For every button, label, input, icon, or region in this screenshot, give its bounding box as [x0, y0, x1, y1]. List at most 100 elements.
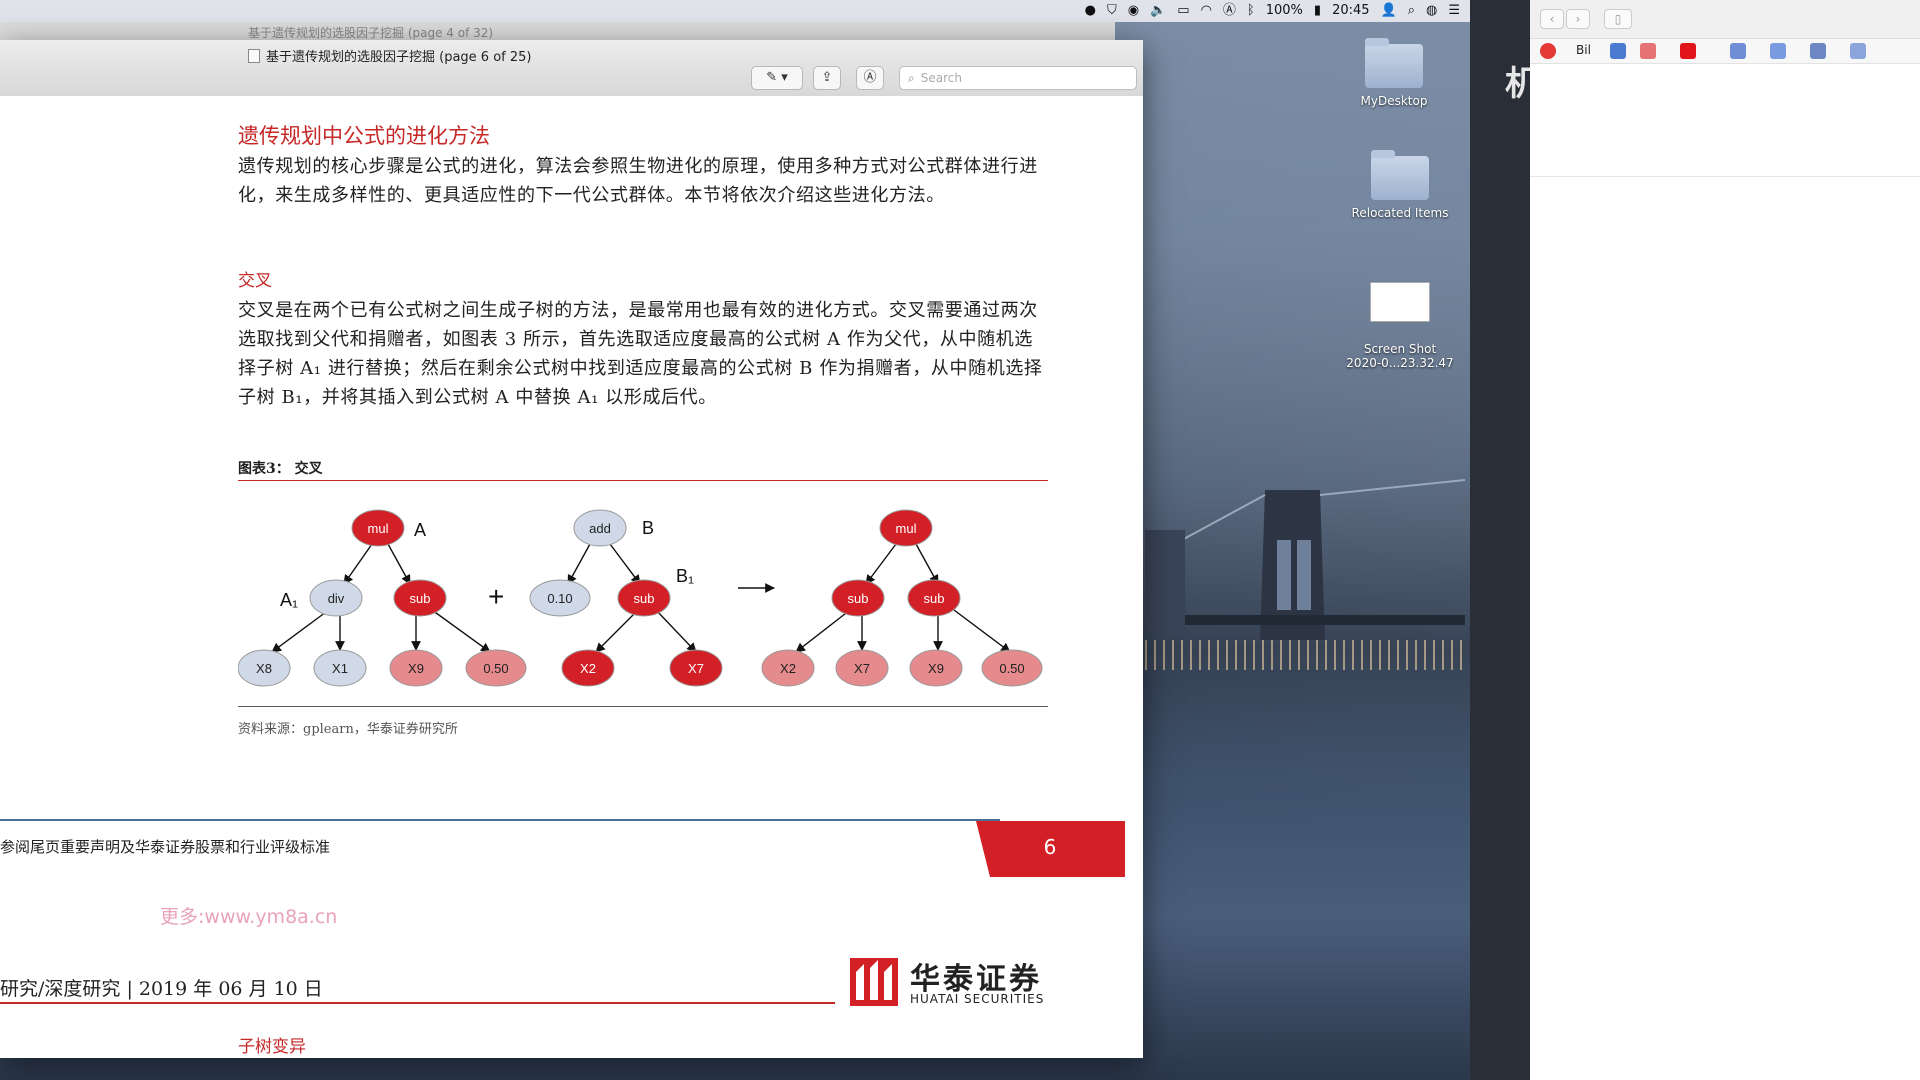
preview-window: 基于遗传规划的选股因子挖掘 (page 6 of 25) ✎ ▾ ⇪ Ⓐ ⌕ Se… — [0, 40, 1143, 1058]
bookmark-icon[interactable] — [1730, 43, 1746, 59]
page-number: 6 — [1043, 835, 1057, 859]
figure-top-rule — [238, 480, 1048, 481]
city-lights — [1145, 640, 1465, 670]
preview-toolbar: 基于遗传规划的选股因子挖掘 (page 6 of 25) ✎ ▾ ⇪ Ⓐ ⌕ Se… — [0, 40, 1143, 97]
node-c-rl-label: X9 — [928, 661, 944, 676]
wifi-icon[interactable]: ◠ — [1201, 0, 1212, 22]
bookmark-icon[interactable] — [1680, 43, 1696, 59]
bookmark-icon[interactable] — [1770, 43, 1786, 59]
browser-content-divider — [1530, 176, 1920, 177]
bookmark-icon[interactable] — [1610, 43, 1626, 59]
desktop-item-mydesktop[interactable]: MyDesktop — [1329, 38, 1459, 108]
page-number-badge: 6 — [976, 821, 1125, 877]
shield-icon[interactable]: ⛉ — [1107, 0, 1117, 22]
node-b-rl-label: X2 — [580, 661, 596, 676]
label-b: B — [642, 518, 654, 538]
browser-toolbar: ‹ › ▯ — [1530, 0, 1920, 39]
watermark-text: 更多:www.ym8a.cn — [160, 906, 338, 928]
bookmarks-bar: Bil — [1530, 39, 1920, 64]
search-icon: ⌕ — [908, 71, 915, 85]
window-title-text: 基于遗传规划的选股因子挖掘 (page 6 of 25) — [266, 50, 532, 65]
desktop-item-label: MyDesktop — [1360, 94, 1428, 108]
share-button[interactable]: ⇪ — [813, 66, 841, 90]
plus-sign: + — [488, 581, 504, 612]
search-input[interactable]: ⌕ Search — [899, 66, 1137, 90]
forward-button[interactable]: › — [1566, 9, 1590, 29]
edge — [595, 611, 637, 653]
annotate-button[interactable]: Ⓐ — [856, 66, 884, 90]
node-c-ll-label: X2 — [780, 661, 796, 676]
list-icon[interactable]: ☰ — [1448, 0, 1460, 22]
back-button[interactable]: ‹ — [1540, 9, 1564, 29]
node-b-root-label: add — [589, 521, 611, 536]
desktop-item-screenshot[interactable]: Screen Shot 2020-0...23.32.47 — [1335, 268, 1465, 384]
spotlight-icon[interactable]: ⌕ — [1408, 0, 1415, 22]
battery-icon[interactable]: ▮ — [1314, 0, 1321, 22]
huatai-logo-mark — [850, 958, 898, 1006]
bookmark-icon[interactable] — [1850, 43, 1866, 59]
annotate-icon: Ⓐ — [863, 70, 877, 85]
bookmark-icon[interactable] — [1810, 43, 1826, 59]
crossover-diagram: mul div sub X8 X1 X9 0.50 add 0.10 sub X… — [238, 509, 1043, 687]
screenshot-thumbnail-icon — [1370, 282, 1430, 322]
node-a-left-label: div — [328, 591, 345, 606]
label-a1: A₁ — [280, 590, 298, 610]
user-icon[interactable]: 👤 — [1381, 0, 1397, 22]
background-window-title-text: 基于遗传规划的选股因子挖掘 (page 4 of 32) — [248, 26, 494, 40]
node-c-rr-label: 0.50 — [999, 661, 1024, 676]
search-placeholder: Search — [920, 71, 962, 85]
node-c-lr-label: X7 — [854, 661, 870, 676]
background-window-title[interactable]: 基于遗传规划的选股因子挖掘 (page 4 of 32) — [0, 22, 1115, 40]
node-a-ll-label: X8 — [256, 661, 272, 676]
next-page-header: 研究/深度研究 | 2019 年 06 月 10 日 — [0, 978, 323, 1000]
share-icon: ⇪ — [821, 70, 833, 85]
edge — [387, 543, 411, 585]
menu-bar: ● ⛉ ◉ 🔈 ▭ ◠ Ⓐ ᛒ 100% ▮ 20:45 👤 ⌕ ◍ ☰ — [0, 0, 1470, 22]
bookmark-weibo-icon[interactable] — [1540, 43, 1556, 59]
bookmark-bilibili[interactable]: Bil — [1576, 43, 1591, 57]
edge — [795, 609, 851, 653]
menubar-clock[interactable]: 20:45 — [1332, 0, 1369, 22]
desktop-item-label: Relocated Items — [1351, 206, 1449, 220]
volume-icon[interactable]: 🔈 — [1150, 0, 1166, 22]
bookmark-icon[interactable] — [1640, 43, 1656, 59]
footer-disclaimer: 参阅尾页重要声明及华泰证券股票和行业评级标准 — [0, 838, 331, 856]
browser-window: ‹ › ▯ Bil — [1530, 0, 1920, 1080]
display-icon[interactable]: ▭ — [1177, 0, 1189, 22]
node-a-lr-label: X1 — [332, 661, 348, 676]
siri-icon[interactable]: ◍ — [1426, 0, 1437, 22]
figure-title: 图表3： 交叉 — [238, 461, 323, 477]
edge — [271, 611, 327, 653]
a-icon[interactable]: Ⓐ — [1223, 0, 1236, 22]
desktop-item-label: Screen Shot 2020-0...23.32.47 — [1346, 342, 1454, 370]
edge — [431, 609, 491, 653]
node-b-left-label: 0.10 — [547, 591, 572, 606]
dark-window-edge: 机 — [1470, 0, 1539, 1080]
bluetooth-icon[interactable]: ᛒ — [1247, 0, 1255, 22]
wechat-icon[interactable]: ◉ — [1128, 0, 1139, 22]
section-title: 遗传规划中公式的进化方法 — [238, 124, 490, 148]
figure-source: 资料来源：gplearn，华泰证券研究所 — [238, 722, 458, 737]
node-a-root-label: mul — [368, 521, 389, 536]
node-a-rl-label: X9 — [408, 661, 424, 676]
chevron-right-icon: › — [1575, 12, 1581, 26]
node-c-left-label: sub — [848, 591, 869, 606]
figure-bottom-rule — [238, 706, 1048, 707]
markup-button[interactable]: ✎ ▾ — [751, 66, 803, 90]
sidebar-toggle-button[interactable]: ▯ — [1604, 9, 1632, 29]
battery-percent[interactable]: 100% — [1266, 0, 1303, 22]
node-a-rr-label: 0.50 — [483, 661, 508, 676]
pdf-page: 遗传规划中公式的进化方法 遗传规划的核心步骤是公式的进化，算法会参照生物进化的原… — [0, 96, 1143, 1058]
node-b-rr-label: X7 — [688, 661, 704, 676]
crossover-paragraph: 交叉是在两个已有公式树之间生成子树的方法，是最常用也最有效的进化方式。交叉需要通… — [238, 300, 1043, 408]
bear-icon[interactable]: ● — [1085, 0, 1096, 22]
footer-rule — [0, 819, 1000, 821]
desktop-item-relocated[interactable]: Relocated Items — [1335, 150, 1465, 220]
edge — [567, 543, 591, 585]
next-subsection-title: 子树变异 — [238, 1037, 306, 1057]
label-b1: B₁ — [676, 566, 694, 586]
chevron-left-icon: ‹ — [1549, 12, 1555, 26]
node-c-right-label: sub — [924, 591, 945, 606]
node-c-root-label: mul — [896, 521, 917, 536]
edge — [865, 543, 897, 585]
